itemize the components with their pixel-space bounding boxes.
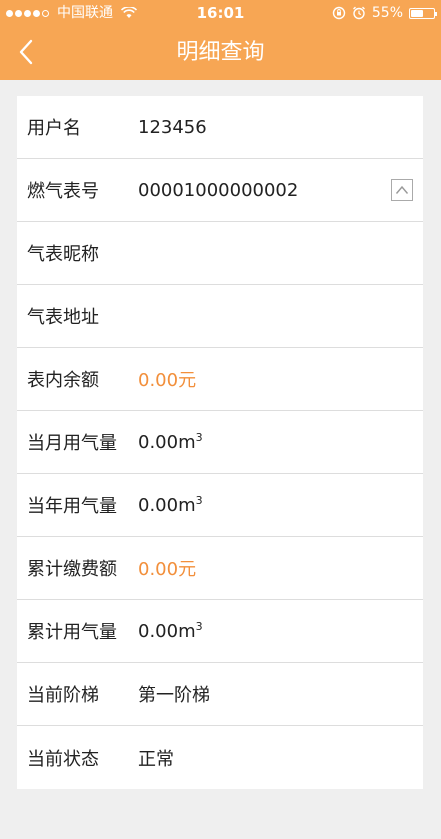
row-label: 累计用气量 (27, 622, 117, 643)
row-label: 气表地址 (27, 307, 99, 328)
row-meter-number: 燃气表号 00001000000002 (17, 159, 423, 222)
alarm-clock-icon (352, 6, 365, 20)
row-label: 当前状态 (27, 748, 99, 770)
row-value: 0.00元 (138, 559, 197, 580)
unit-exponent: 3 (195, 620, 203, 633)
row-value: 0.00m3 (138, 494, 203, 516)
row-username: 用户名 123456 (17, 96, 423, 159)
row-current-tier: 当前阶梯 第一阶梯 (17, 663, 423, 726)
expand-toggle-button[interactable] (391, 179, 413, 201)
row-label: 累计缴费额 (27, 559, 117, 580)
row-value: 0.00m3 (138, 431, 203, 453)
row-total-usage: 累计用气量 0.00m3 (17, 600, 423, 663)
row-current-status: 当前状态 正常 (17, 726, 423, 789)
row-meter-balance: 表内余额 0.00元 (17, 348, 423, 411)
detail-card: 用户名 123456 燃气表号 00001000000002 气表昵称 气表地址… (17, 96, 423, 789)
status-right: 55% (332, 0, 437, 26)
chevron-up-icon (395, 185, 409, 194)
unit-exponent: 3 (195, 431, 203, 444)
row-label: 当前阶梯 (27, 685, 99, 706)
row-label: 燃气表号 (27, 181, 99, 202)
row-value: 0.00元 (138, 370, 197, 391)
row-label: 用户名 (27, 118, 81, 139)
unit-exponent: 3 (195, 494, 203, 507)
row-value: 00001000000002 (138, 179, 299, 201)
status-bar: 中国联通 16:01 55% (0, 0, 441, 26)
battery-fill (411, 9, 424, 17)
row-value: 正常 (138, 748, 174, 770)
row-value: 第一阶梯 (138, 685, 210, 706)
battery-icon (409, 7, 437, 19)
row-label: 当月用气量 (27, 433, 117, 454)
row-meter-nickname: 气表昵称 (17, 222, 423, 285)
row-label: 气表昵称 (27, 244, 99, 265)
row-value: 0.00m3 (138, 620, 203, 642)
row-monthly-usage: 当月用气量 0.00m3 (17, 411, 423, 474)
nav-bar: 明细查询 (0, 26, 441, 80)
battery-percent: 55% (371, 5, 403, 21)
usage-amount: 0.00m (138, 621, 196, 642)
row-yearly-usage: 当年用气量 0.00m3 (17, 474, 423, 537)
rotation-lock-icon (332, 6, 346, 20)
row-label: 当年用气量 (27, 496, 117, 517)
row-label: 表内余额 (27, 370, 99, 391)
row-meter-address: 气表地址 (17, 285, 423, 348)
page-title: 明细查询 (176, 40, 265, 65)
usage-amount: 0.00m (138, 432, 196, 453)
header: 中国联通 16:01 55% 明细查询 (0, 0, 441, 80)
row-total-payment: 累计缴费额 0.00元 (17, 537, 423, 600)
row-value: 123456 (138, 116, 207, 138)
usage-amount: 0.00m (138, 495, 196, 516)
